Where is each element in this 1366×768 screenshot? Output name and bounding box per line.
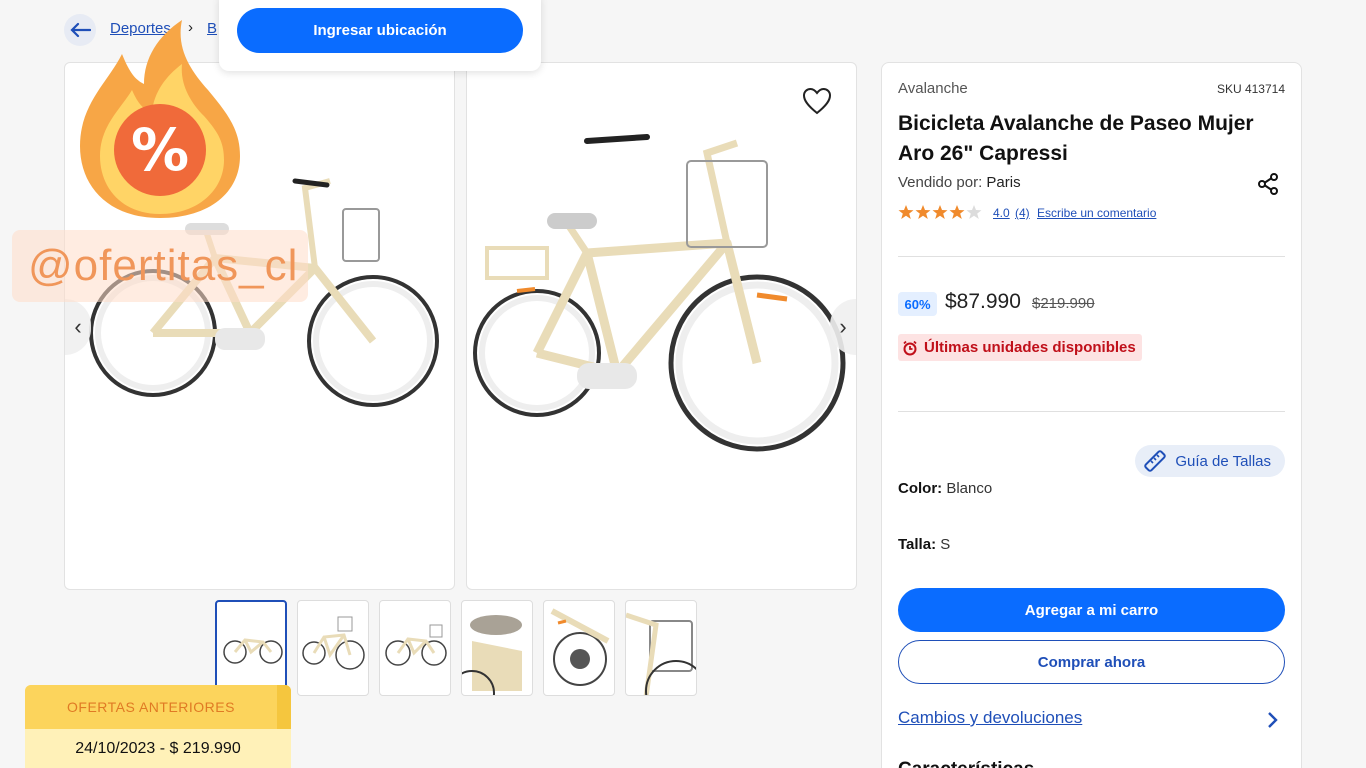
discount-badge: 60%: [898, 292, 937, 316]
stock-notice-text: Últimas unidades disponibles: [924, 339, 1136, 356]
rating-value[interactable]: 4.0: [993, 206, 1010, 220]
thumbnail-4[interactable]: [461, 600, 533, 696]
discount-badge-symbol: %: [131, 116, 189, 184]
product-title: Bicicleta Avalanche de Paseo Mujer Aro 2…: [898, 112, 1254, 165]
product-brand[interactable]: Avalanche: [898, 80, 968, 97]
watermark-handle: @ofertitas_cl: [12, 230, 308, 302]
buy-now-button[interactable]: Comprar ahora: [898, 640, 1285, 684]
product-info-panel: Avalanche SKU 413714 Bicicleta Avalanche…: [881, 62, 1302, 768]
chevron-left-icon: ‹: [74, 314, 82, 339]
thumbnail-1[interactable]: [215, 600, 287, 696]
current-price: $87.990: [945, 290, 1021, 313]
features-heading: Características: [898, 759, 1034, 768]
size-attribute: Talla: S: [898, 536, 950, 553]
ruler-icon: [1144, 450, 1167, 472]
star-icon: [932, 205, 948, 219]
size-guide-label: Guía de Tallas: [1175, 452, 1271, 470]
size-guide-button[interactable]: Guía de Tallas: [1135, 445, 1285, 477]
chevron-right-icon: ›: [839, 314, 847, 339]
thumbnail-2[interactable]: [297, 600, 369, 696]
bicycle-image: [473, 134, 846, 452]
color-value: Blanco: [946, 480, 993, 497]
wishlist-button[interactable]: [802, 87, 832, 120]
enter-location-button[interactable]: Ingresar ubicación: [237, 8, 523, 53]
previous-offers-title: OFERTAS ANTERIORES: [25, 685, 291, 729]
seller-label: Vendido por:: [898, 174, 983, 191]
previous-offers-panel: OFERTAS ANTERIORES 24/10/2023 - $ 219.99…: [25, 685, 291, 768]
thumbnail-5[interactable]: [543, 600, 615, 696]
size-value: S: [940, 536, 951, 553]
star-icon: [915, 205, 931, 219]
bicycle-thumbnail: [223, 638, 283, 664]
color-label: Color:: [898, 480, 943, 497]
share-icon: [1258, 173, 1278, 195]
alarm-icon: [903, 340, 917, 355]
stock-notice: Últimas unidades disponibles: [898, 334, 1142, 361]
thumbnail-3[interactable]: [379, 600, 451, 696]
seller-info: Vendido por: Paris: [898, 174, 1021, 191]
star-icon: [949, 205, 965, 219]
original-price: $219.990: [1032, 295, 1095, 312]
write-review-link[interactable]: Escribe un comentario: [1037, 206, 1156, 220]
seller-name: Paris: [986, 174, 1021, 191]
flame-icon: %: [80, 20, 240, 218]
returns-link[interactable]: Cambios y devoluciones: [898, 708, 1082, 728]
divider: [898, 411, 1285, 412]
thumbnail-6[interactable]: [625, 600, 697, 696]
rating-stars: [898, 204, 982, 220]
color-attribute: Color: Blanco: [898, 480, 992, 497]
seat-detail-thumbnail: [462, 615, 522, 695]
star-icon: [966, 205, 982, 219]
star-icon: [898, 205, 914, 219]
divider: [898, 256, 1285, 257]
thumbnail-strip: [215, 600, 697, 696]
product-sku: SKU 413714: [1216, 82, 1285, 96]
location-popup: Ingresar ubicación: [219, 0, 541, 71]
basket-detail-thumbnail: [626, 612, 696, 695]
gear-detail-thumbnail: [550, 608, 610, 686]
heart-icon: [802, 87, 832, 115]
size-label: Talla:: [898, 536, 937, 553]
chevron-right-icon[interactable]: [1267, 711, 1279, 729]
previous-offer-row: 24/10/2023 - $ 219.990: [25, 729, 291, 768]
share-button[interactable]: [1257, 173, 1279, 200]
bicycle-thumbnail: [302, 616, 365, 670]
product-image-main-right[interactable]: ›: [466, 62, 857, 590]
review-count[interactable]: (4): [1015, 206, 1030, 220]
add-to-cart-button[interactable]: Agregar a mi carro: [898, 588, 1285, 632]
bicycle-thumbnail: [385, 624, 447, 666]
